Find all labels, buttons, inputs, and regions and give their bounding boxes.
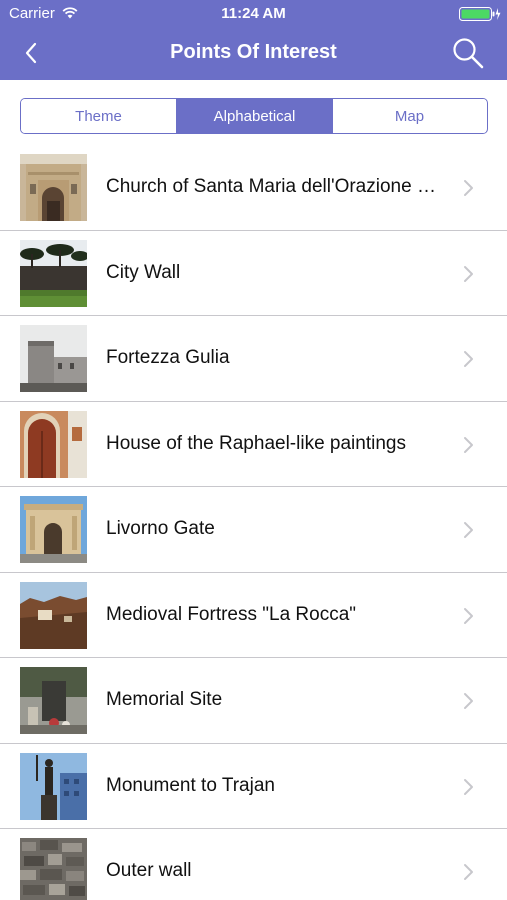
chevron-right-icon xyxy=(464,522,473,538)
point-name: Fortezza Gulia xyxy=(106,347,230,368)
navigation-bar: Points Of Interest xyxy=(0,28,507,80)
chevron-right-icon xyxy=(464,607,473,624)
status-bar: Carrier 11:24 AM xyxy=(0,0,507,28)
point-name: Church of Santa Maria dell'Orazione e Mo… xyxy=(106,176,441,197)
battery-charging-icon xyxy=(459,7,501,21)
point-name: Memorial Site xyxy=(106,689,223,710)
fortress-photo xyxy=(20,325,87,392)
house-door-photo xyxy=(20,410,87,478)
memorial-photo xyxy=(20,667,87,734)
point-name: City Wall xyxy=(106,261,181,283)
list-item[interactable]: Memorial Site xyxy=(0,658,507,744)
search-icon[interactable] xyxy=(450,35,486,71)
list-item[interactable]: Monument to Trajan xyxy=(0,744,507,829)
chevron-right-icon xyxy=(464,351,473,367)
church-facade-photo xyxy=(20,154,87,221)
sort-segmented-control: Theme Alphabetical Map xyxy=(20,98,488,134)
point-name: Medioval Fortress "La Rocca" xyxy=(106,603,357,625)
point-name: Monument to Trajan xyxy=(106,774,275,796)
gate-photo xyxy=(20,496,87,563)
clock: 11:24 AM xyxy=(221,5,286,22)
point-name: Outer wall xyxy=(106,860,192,881)
stone-wall-photo xyxy=(20,838,87,900)
page-title: Points Of Interest xyxy=(170,41,337,63)
chevron-right-icon xyxy=(464,778,473,795)
segment-theme[interactable]: Theme xyxy=(21,99,176,133)
point-name: House of the Raphael-like paintings xyxy=(106,432,406,454)
point-name: Livorno Gate xyxy=(106,518,215,539)
list-item[interactable]: Medioval Fortress "La Rocca" xyxy=(0,573,507,658)
header: Carrier 11:24 AM Points Of Interest xyxy=(0,0,507,80)
list-item[interactable]: Fortezza Gulia xyxy=(0,316,507,402)
back-button[interactable] xyxy=(18,38,48,68)
list-item[interactable]: Livorno Gate xyxy=(0,487,507,573)
list-item[interactable]: Church of Santa Maria dell'Orazione e Mo… xyxy=(0,145,507,231)
list-item[interactable]: Outer wall xyxy=(0,829,507,900)
segment-alphabetical[interactable]: Alphabetical xyxy=(176,99,332,133)
chevron-right-icon xyxy=(464,436,473,453)
chevron-right-icon xyxy=(464,180,473,196)
chevron-right-icon xyxy=(464,265,473,282)
list-item[interactable]: House of the Raphael-like paintings xyxy=(0,402,507,487)
statue-photo xyxy=(20,752,87,820)
chevron-right-icon xyxy=(464,693,473,709)
list-item[interactable]: City Wall xyxy=(0,231,507,316)
fortress-ruins-photo xyxy=(20,581,87,649)
city-wall-photo xyxy=(20,239,87,307)
chevron-right-icon xyxy=(464,864,473,880)
segment-map[interactable]: Map xyxy=(332,99,486,133)
